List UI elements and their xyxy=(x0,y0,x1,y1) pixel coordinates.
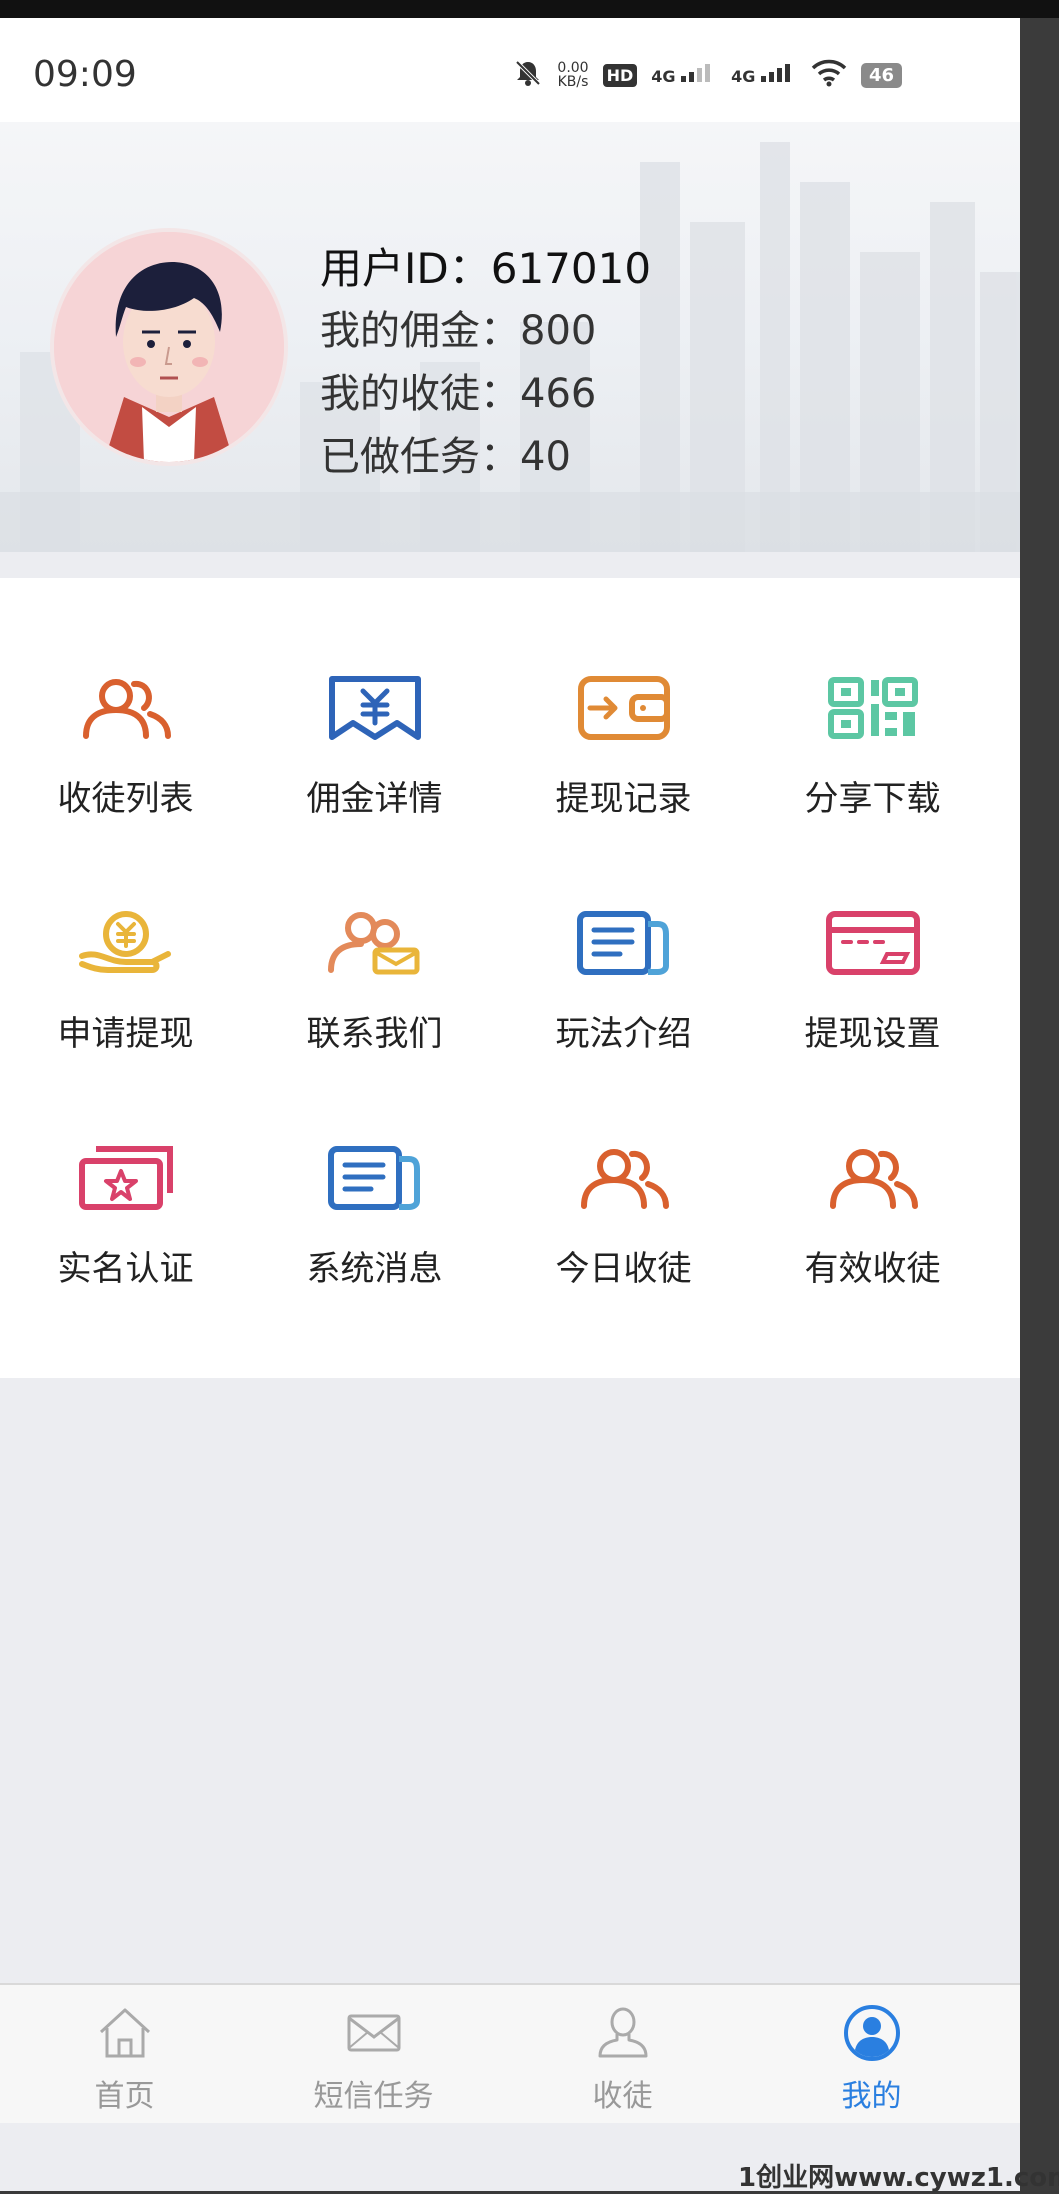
menu-item-how-to-play[interactable]: 玩法介绍 xyxy=(499,908,748,1143)
menu-item-label: 玩法介绍 xyxy=(555,1014,692,1054)
nav-item-mine[interactable]: 我的 xyxy=(747,1985,996,2123)
avatar-illustration xyxy=(54,232,284,462)
menu-item-label: 申请提现 xyxy=(57,1014,194,1054)
menu-item-label: 实名认证 xyxy=(57,1249,194,1289)
net-speed-unit: KB/s xyxy=(557,74,589,90)
wallet-icon xyxy=(574,673,674,743)
menu-item-contact-us[interactable]: 联系我们 xyxy=(250,908,499,1143)
people-icon xyxy=(823,1143,923,1213)
nav-item-sms-tasks[interactable]: 短信任务 xyxy=(249,1985,498,2123)
menu-item-label: 提现记录 xyxy=(555,779,692,819)
top-edge xyxy=(0,0,1059,18)
menu-item-share-download[interactable]: 分享下载 xyxy=(748,673,997,908)
menu-item-commission-detail[interactable]: 佣金详情 xyxy=(250,673,499,908)
yuan-ticket-icon xyxy=(325,673,425,743)
status-icons: 0.00 KB/s HD 4G 4G 46 xyxy=(513,58,902,92)
menu-item-system-messages[interactable]: 系统消息 xyxy=(250,1143,499,1378)
nav-item-home[interactable]: 首页 xyxy=(0,1985,249,2123)
tasks-label: 已做任务： xyxy=(320,434,520,480)
people-icon xyxy=(76,673,176,743)
people-icon xyxy=(574,1143,674,1213)
menu-grid: 收徒列表 佣金详情 提现记录 分享下载 申请提现 联系我们 玩法介绍 提现设置 … xyxy=(0,673,1020,1378)
document-icon xyxy=(574,908,674,978)
menu-item-today-apprentices[interactable]: 今日收徒 xyxy=(499,1143,748,1378)
menu-item-label: 系统消息 xyxy=(306,1249,443,1289)
wifi-icon xyxy=(811,59,847,91)
menu-item-label: 收徒列表 xyxy=(57,779,194,819)
apprentice-row: 我的收徒：466 xyxy=(320,363,651,426)
user-info: 用户ID：617010 我的佣金：800 我的收徒：466 已做任务：40 xyxy=(320,237,651,489)
menu-item-label: 有效收徒 xyxy=(804,1249,941,1289)
tasks-row: 已做任务：40 xyxy=(320,426,651,489)
status-bar: 09:09 0.00 KB/s HD 4G 4G 46 xyxy=(0,18,1020,122)
menu-card: 收徒列表 佣金详情 提现记录 分享下载 申请提现 联系我们 玩法介绍 提现设置 … xyxy=(0,578,1020,1378)
tasks-value: 40 xyxy=(520,434,571,480)
menu-item-label: 提现设置 xyxy=(804,1014,941,1054)
nav-label: 首页 xyxy=(94,2079,155,2114)
menu-item-valid-apprentices[interactable]: 有效收徒 xyxy=(748,1143,997,1378)
battery-indicator: 46 xyxy=(860,62,902,88)
menu-item-label: 分享下载 xyxy=(804,779,941,819)
profile-header: 用户ID：617010 我的佣金：800 我的收徒：466 已做任务：40 xyxy=(0,122,1020,552)
menu-item-label: 佣金详情 xyxy=(306,779,443,819)
sim2-signal: 4G xyxy=(731,64,797,86)
message-doc-icon xyxy=(325,1143,425,1213)
bottom-nav: 首页 短信任务 收徒 我的 xyxy=(0,1983,1020,2123)
sim1-label: 4G xyxy=(651,67,676,86)
nav-label: 我的 xyxy=(841,2079,902,2114)
user-id-label: 用户ID： xyxy=(320,244,491,293)
card-icon xyxy=(823,908,923,978)
commission-value: 800 xyxy=(520,308,597,354)
hd-badge: HD xyxy=(602,63,638,87)
apprentice-label: 我的收徒： xyxy=(320,371,520,417)
coin-hand-icon xyxy=(76,908,176,978)
menu-item-label: 今日收徒 xyxy=(555,1249,692,1289)
nav-label: 短信任务 xyxy=(313,2079,434,2114)
watermark: 1创业网www.cywz1.com xyxy=(738,2163,1059,2193)
home-icon xyxy=(97,2003,153,2063)
sim1-signal: 4G xyxy=(651,64,717,86)
user-icon xyxy=(597,2003,649,2063)
commission-row: 我的佣金：800 xyxy=(320,300,651,363)
menu-item-apprentice-list[interactable]: 收徒列表 xyxy=(1,673,250,908)
user-id-value: 617010 xyxy=(490,244,652,293)
app-screen: 09:09 0.00 KB/s HD 4G 4G 46 用户ID：617010 … xyxy=(0,18,1020,2191)
qrcode-icon xyxy=(823,673,923,743)
net-speed-value: 0.00 xyxy=(557,60,589,76)
menu-item-label: 联系我们 xyxy=(306,1014,443,1054)
status-time: 09:09 xyxy=(33,54,137,95)
id-star-icon xyxy=(76,1143,176,1213)
contact-mail-icon xyxy=(325,908,425,978)
commission-label: 我的佣金： xyxy=(320,308,520,354)
net-speed: 0.00 KB/s xyxy=(557,61,588,89)
sim2-label: 4G xyxy=(731,67,756,86)
apprentice-value: 466 xyxy=(520,371,597,417)
profile-icon xyxy=(843,2003,901,2063)
mute-bell-icon xyxy=(513,58,543,92)
mail-icon xyxy=(346,2003,402,2063)
menu-item-withdraw-settings[interactable]: 提现设置 xyxy=(748,908,997,1143)
menu-item-apply-withdraw[interactable]: 申请提现 xyxy=(1,908,250,1143)
nav-label: 收徒 xyxy=(592,2079,653,2114)
user-id-row: 用户ID：617010 xyxy=(320,237,651,300)
avatar[interactable] xyxy=(54,232,284,462)
nav-item-recruit[interactable]: 收徒 xyxy=(498,1985,747,2123)
menu-item-real-name-verification[interactable]: 实名认证 xyxy=(1,1143,250,1378)
right-edge xyxy=(1020,18,1059,2191)
menu-item-withdraw-records[interactable]: 提现记录 xyxy=(499,673,748,908)
